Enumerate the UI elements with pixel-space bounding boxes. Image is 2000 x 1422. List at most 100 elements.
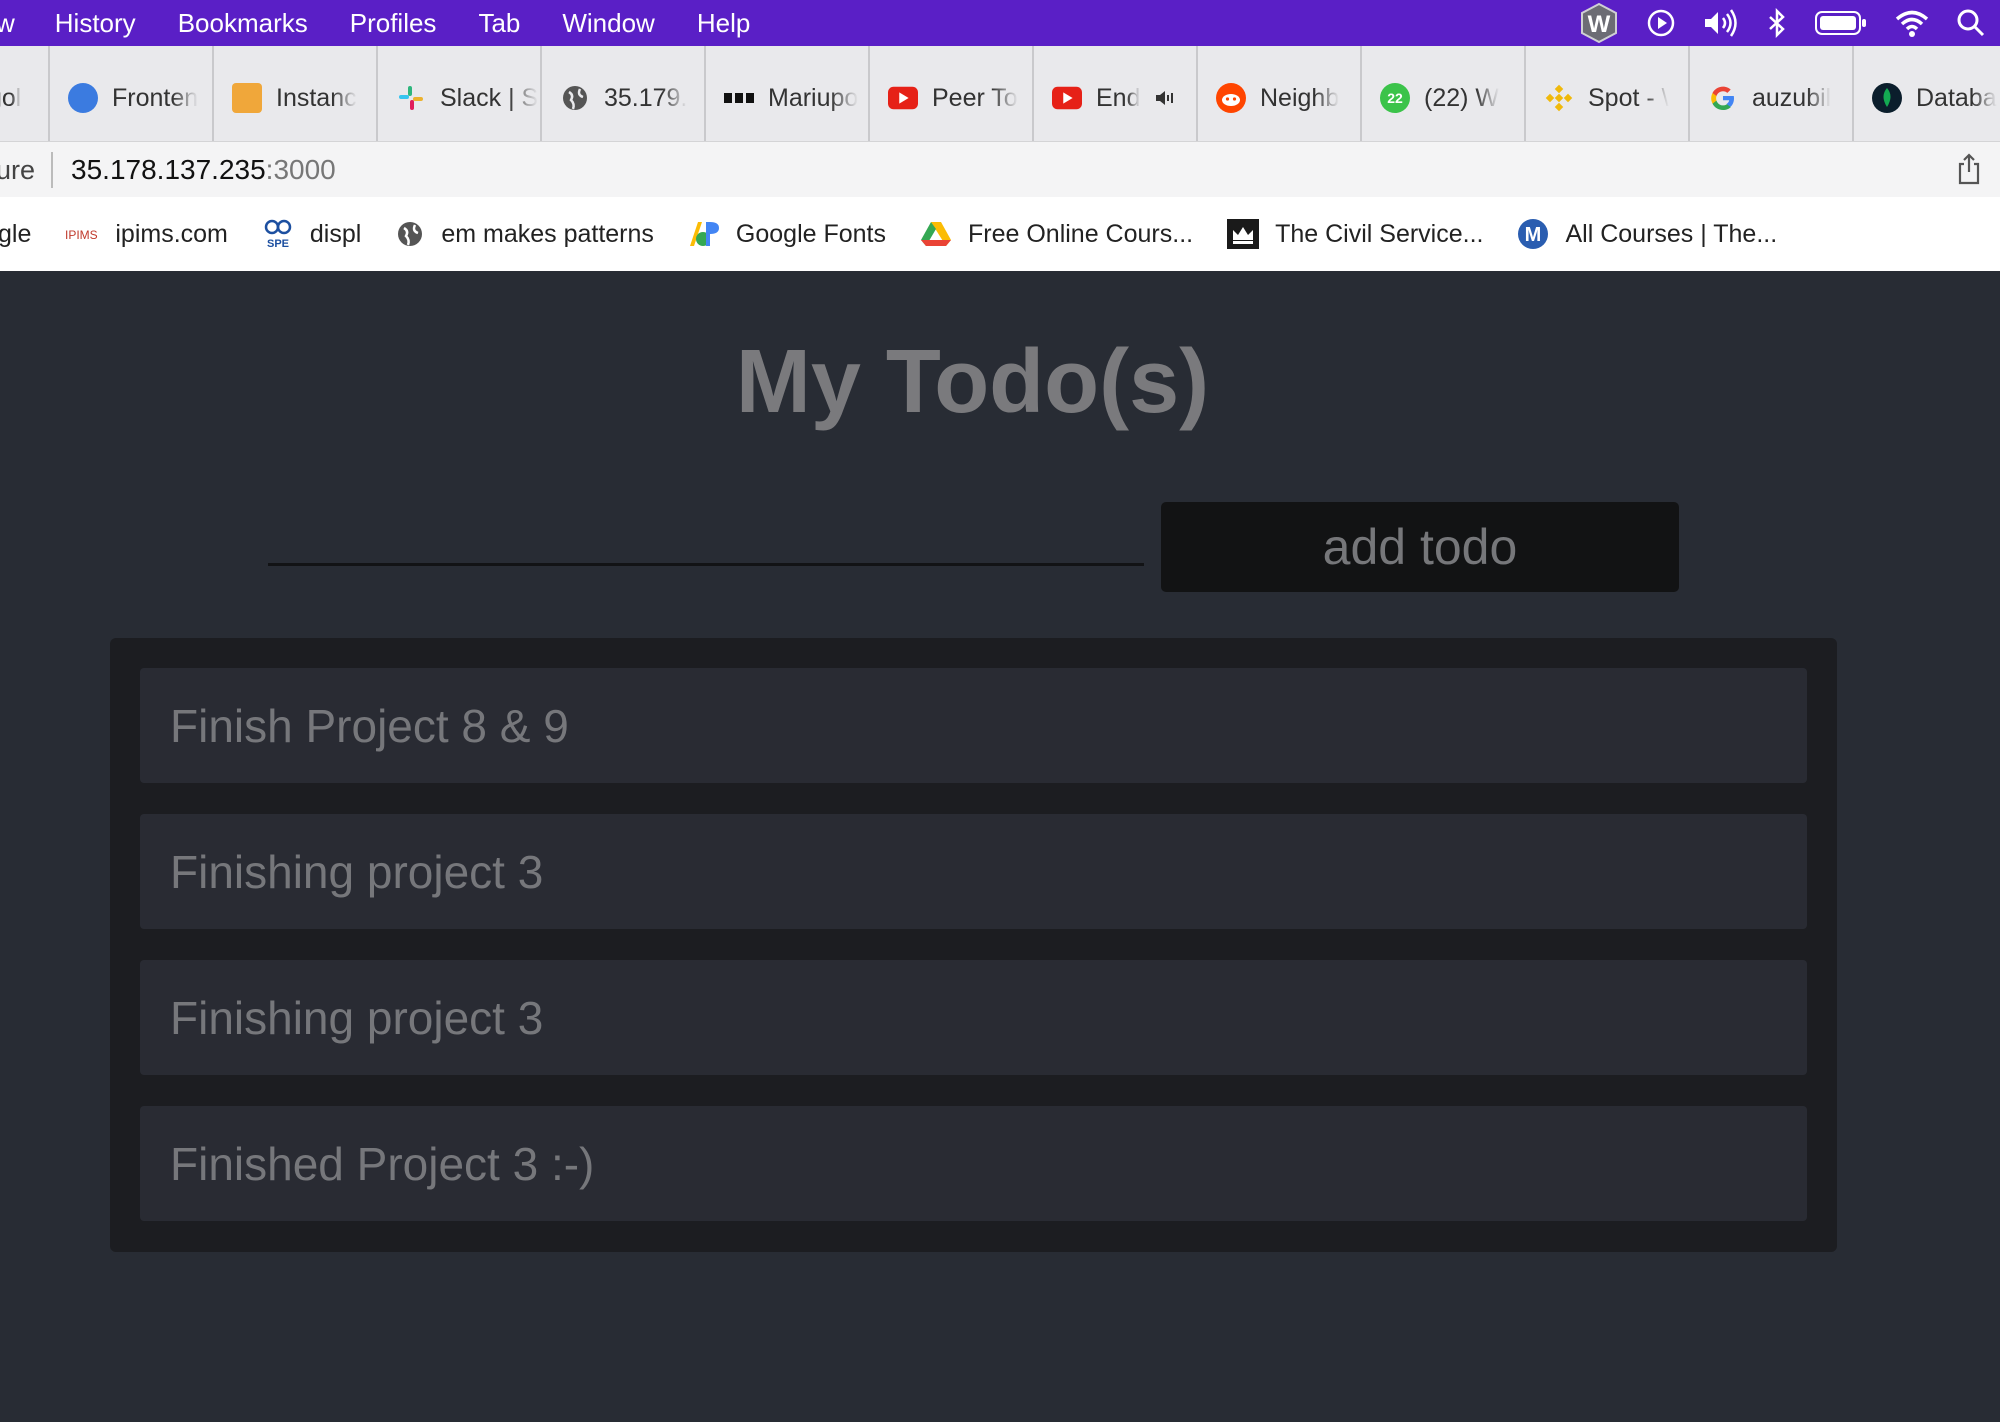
menu-item-view[interactable]: w [0, 8, 15, 39]
binance-icon [1544, 83, 1574, 113]
menu-item-profiles[interactable]: Profiles [350, 8, 437, 39]
crown-icon [1227, 219, 1260, 249]
mongodb-leaf-icon [1872, 83, 1902, 113]
globe-icon [560, 83, 590, 113]
tab-label: auzubil [1752, 83, 1832, 112]
svg-text:IPIMS: IPIMS [65, 228, 98, 242]
youtube-icon [1052, 83, 1082, 113]
tab-peer-to[interactable]: Peer To [870, 46, 1034, 150]
bookmarks-bar: gle IPIMS ipims.com SPE displ em makes p… [0, 197, 2000, 272]
svg-text:M: M [1525, 224, 1542, 246]
medium-icon [724, 83, 754, 113]
volume-icon[interactable] [1702, 8, 1740, 38]
tab-binance-spot[interactable]: Spot - \ [1526, 46, 1690, 150]
tab-label: Neighb [1260, 83, 1340, 112]
todo-item[interactable]: Finishing project 3 [140, 814, 1807, 929]
bookmark-label: Free Online Cours... [968, 219, 1194, 248]
bookmark-label: Google Fonts [735, 219, 886, 248]
tabs-row: gol Fronten Instanc Slack | S 35.179. [0, 46, 2000, 150]
search-icon[interactable] [1956, 8, 1986, 38]
tab-ip-address[interactable]: 35.179. [542, 46, 706, 150]
add-todo-button[interactable]: add todo [1161, 502, 1679, 592]
tab-slack[interactable]: Slack | S [378, 46, 542, 150]
bookmark-label: gle [0, 219, 32, 248]
google-g-icon [1708, 83, 1738, 113]
google-fonts-icon [688, 220, 720, 248]
wifi-icon[interactable] [1894, 8, 1930, 38]
todo-input[interactable] [268, 501, 1144, 566]
url-host: 35.178.137.235 [71, 154, 266, 185]
tab-label: Peer To [932, 83, 1018, 112]
tab-end[interactable]: End [1034, 46, 1198, 150]
bookmark-google[interactable]: gle [0, 220, 31, 249]
menu-bar: w History Bookmarks Profiles Tab Window … [0, 0, 2000, 46]
address-divider [51, 152, 54, 188]
menu-item-bookmarks[interactable]: Bookmarks [178, 8, 308, 39]
bookmark-label: ipims.com [115, 219, 228, 248]
bookmark-all-courses[interactable]: M All Courses | The... [1517, 218, 1777, 250]
tab-label: 35.179. [604, 83, 688, 112]
menu-item-history[interactable]: History [55, 8, 136, 39]
page-title: My Todo(s) [735, 332, 1210, 432]
security-label[interactable]: ure [0, 155, 35, 186]
tab-mariupol[interactable]: Mariupo [706, 46, 870, 150]
reddit-icon [1216, 83, 1246, 113]
tab-database[interactable]: Databa [1854, 46, 2000, 150]
tab-label: (22) W [1424, 83, 1499, 112]
globe-icon [395, 219, 425, 249]
ipims-icon: IPIMS [65, 224, 99, 244]
tab-label: Slack | S [440, 83, 539, 112]
tab-label: Spot - \ [1588, 83, 1669, 112]
url-field[interactable]: 35.178.137.235:3000 [71, 154, 336, 186]
address-bar[interactable]: ure 35.178.137.235:3000 [0, 141, 2000, 198]
w-app-icon[interactable]: W [1578, 2, 1620, 44]
aws-box-icon [232, 83, 262, 113]
battery-icon[interactable] [1814, 9, 1868, 37]
todo-app: My Todo(s) add todo Finish Project 8 & 9… [0, 271, 2000, 1422]
bookmark-displ[interactable]: SPE displ [262, 219, 361, 249]
bookmark-label: displ [309, 219, 362, 248]
menu-item-tab[interactable]: Tab [478, 8, 520, 39]
slack-icon [396, 83, 426, 113]
tab-google-search[interactable]: auzubil [1690, 46, 1854, 150]
tab-label: End [1096, 83, 1141, 112]
todo-item[interactable]: Finished Project 3 :-) [140, 1106, 1807, 1221]
tab-label: Fronten [112, 83, 199, 112]
tab-frontend[interactable]: Fronten [50, 46, 214, 150]
menu-item-help[interactable]: Help [697, 8, 750, 39]
todo-list: Finish Project 8 & 9 Finishing project 3… [110, 638, 1837, 1252]
frontend-icon [68, 83, 98, 113]
svg-text:SPE: SPE [267, 238, 289, 249]
play-icon[interactable] [1646, 8, 1676, 38]
tab-label: Databa [1916, 83, 1997, 112]
share-icon[interactable] [1956, 152, 1982, 191]
bluetooth-icon[interactable] [1766, 8, 1788, 38]
bookmark-label: The Civil Service... [1275, 219, 1484, 248]
bookmark-label: em makes patterns [441, 219, 654, 248]
bookmark-label: All Courses | The... [1565, 219, 1778, 248]
bookmark-google-fonts[interactable]: Google Fonts [688, 220, 886, 249]
todo-item[interactable]: Finish Project 8 & 9 [140, 668, 1807, 783]
drive-icon [920, 220, 952, 248]
todo-item[interactable]: Finishing project 3 [140, 960, 1807, 1075]
bookmark-civil-service[interactable]: The Civil Service... [1227, 219, 1483, 249]
status-icons: W [1552, 0, 2000, 46]
tab-bar: gol Fronten Instanc Slack | S 35.179. [0, 46, 2000, 150]
tab-instances[interactable]: Instanc [214, 46, 378, 150]
audio-playing-icon[interactable] [1154, 88, 1176, 108]
tab-neighbors[interactable]: Neighb [1198, 46, 1362, 150]
bookmark-free-online-courses[interactable]: Free Online Cours... [920, 220, 1193, 249]
bookmark-em-makes-patterns[interactable]: em makes patterns [395, 219, 654, 249]
youtube-icon [888, 83, 918, 113]
tab-label: Instanc [276, 83, 357, 112]
url-port: :3000 [265, 154, 336, 185]
menu-item-window[interactable]: Window [562, 8, 654, 39]
bookmark-ipims[interactable]: IPIMS ipims.com [65, 220, 228, 249]
m-logo-icon: M [1517, 218, 1549, 250]
whatsapp-icon: 22 [1380, 83, 1410, 113]
tab-label: gol [0, 83, 22, 112]
tab-label: Mariupo [768, 83, 859, 112]
spe-icon: SPE [262, 219, 294, 249]
tab-google[interactable]: gol [0, 46, 50, 150]
tab-whatsapp[interactable]: 22 (22) W [1362, 46, 1526, 150]
